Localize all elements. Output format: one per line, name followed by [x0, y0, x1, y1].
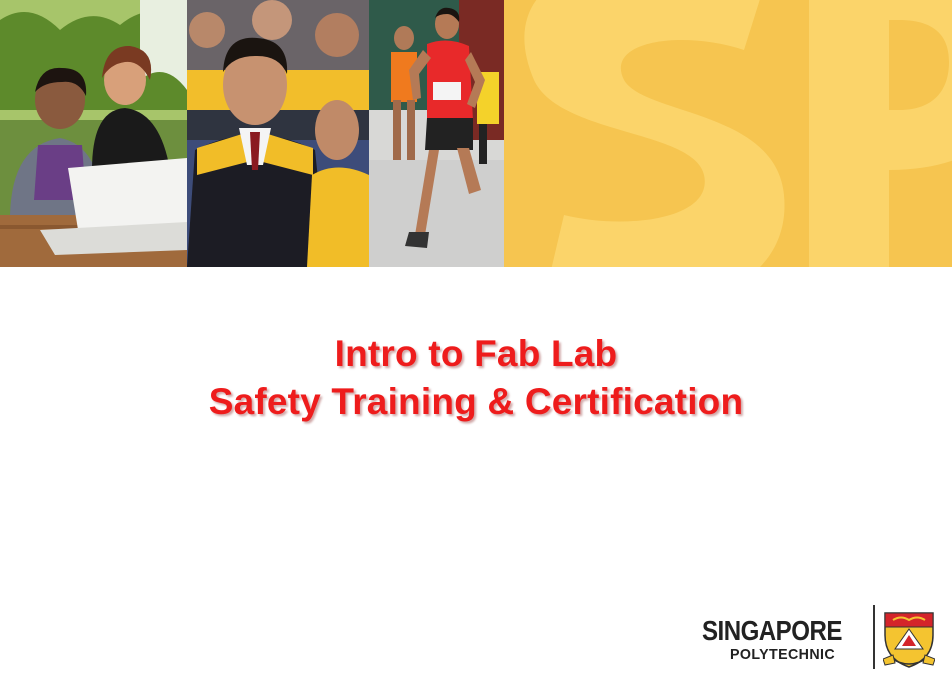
slide-title: Intro to Fab Lab Safety Training & Certi…: [0, 330, 952, 426]
title-line-2: Safety Training & Certification: [208, 381, 744, 422]
students-photo: [0, 0, 187, 267]
title-line-1: Intro to Fab Lab: [334, 333, 618, 374]
graduate-photo: [187, 0, 369, 267]
crest-icon: [882, 609, 936, 671]
sp-brand-panel: [504, 0, 952, 267]
singapore-polytechnic-logo: SINGAPORE POLYTECHNIC: [700, 603, 940, 675]
runner-photo: [369, 0, 504, 267]
logo-subname: POLYTECHNIC: [730, 646, 836, 663]
logo-name: SINGAPORE: [702, 615, 842, 646]
header-banner: [0, 0, 952, 267]
logo-divider: [873, 605, 875, 669]
